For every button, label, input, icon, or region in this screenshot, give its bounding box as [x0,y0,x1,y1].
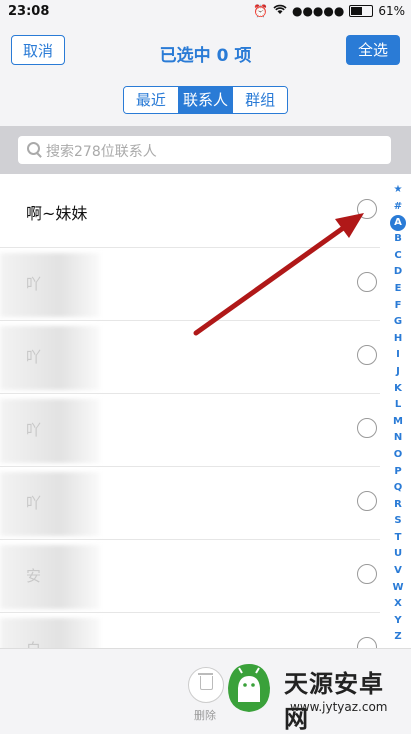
android-logo-icon [228,664,270,712]
index-letter[interactable]: M [388,414,408,431]
alphabet-index[interactable]: ★ # A B C D E F G H I J K L M N O P Q R S T U V W X Y Z [388,182,408,646]
watermark: 天源安卓网 www.jytyaz.com [218,652,408,733]
select-radio[interactable] [357,418,377,438]
list-item[interactable]: 安 [0,539,380,613]
index-letter[interactable]: P [388,464,408,481]
search-icon [27,142,40,155]
index-letter[interactable]: I [388,347,408,364]
contact-name: 吖 [26,494,42,512]
select-radio[interactable] [357,272,377,292]
index-letter[interactable]: U [388,546,408,563]
index-letter[interactable]: Q [388,480,408,497]
segmented-control: 最近 联系人 群组 [123,86,288,114]
list-item[interactable]: 吖 [0,466,380,540]
tab-groups[interactable]: 群组 [233,87,287,113]
search-input[interactable]: 搜索278位联系人 [18,136,391,164]
index-letter[interactable]: W [388,580,408,597]
index-letter[interactable]: D [388,264,408,281]
blurred-avatar [0,399,100,463]
contact-name: 白 [26,638,41,648]
index-letter[interactable]: ★ [388,182,408,199]
index-letter[interactable]: F [388,298,408,315]
index-letter[interactable]: O [388,447,408,464]
index-letter[interactable]: C [388,248,408,265]
index-letter[interactable]: H [388,331,408,348]
blurred-avatar [0,253,100,317]
search-area: 搜索278位联系人 [0,126,411,174]
blurred-avatar [0,545,100,609]
watermark-url: www.jytyaz.com [290,700,388,714]
list-item[interactable]: 白 [0,612,380,648]
select-radio[interactable] [357,345,377,365]
index-letter[interactable]: V [388,563,408,580]
list-item[interactable]: 吖 [0,393,380,467]
nav-bar: 取消 已选中 0 项 全选 [0,24,411,76]
contact-name: 吖 [26,348,42,366]
blurred-avatar [0,472,100,536]
index-letter[interactable]: L [388,397,408,414]
battery-text: 61% [378,4,405,18]
index-letter[interactable]: T [388,530,408,547]
contact-name: 吖 [26,275,42,293]
select-radio[interactable] [357,491,377,511]
contact-name: 啊~妹妹 [26,204,88,223]
delete-label: 删除 [194,709,216,722]
index-letter[interactable]: A [390,215,406,232]
select-all-button[interactable]: 全选 [346,35,400,65]
tab-contacts[interactable]: 联系人 [178,87,234,113]
index-letter[interactable]: B [388,231,408,248]
index-letter[interactable]: J [388,364,408,381]
blurred-avatar [0,326,100,390]
index-letter[interactable]: X [388,596,408,613]
index-letter[interactable]: G [388,314,408,331]
watermark-title: 天源安卓网 [284,670,384,733]
status-time: 23:08 [8,4,50,19]
tab-recent[interactable]: 最近 [124,87,179,113]
select-radio[interactable] [357,199,377,219]
list-item[interactable]: 啊~妹妹 [0,174,380,248]
signal-icon: ●●●●● [291,4,345,18]
contact-name: 吖 [26,421,42,439]
alarm-icon: ⏰ [253,4,268,18]
index-letter[interactable]: N [388,430,408,447]
contact-list[interactable]: 啊~妹妹 吖 吖 吖 吖 安 白 [0,174,411,648]
list-item[interactable]: 吖 [0,320,380,394]
index-letter[interactable]: Y [388,613,408,630]
index-letter[interactable]: # [388,199,408,216]
index-letter[interactable]: R [388,497,408,514]
index-letter[interactable]: Z [388,629,408,646]
select-radio[interactable] [357,637,377,648]
blurred-avatar [0,618,100,648]
index-letter[interactable]: S [388,513,408,530]
contact-name: 安 [26,567,42,585]
index-letter[interactable]: E [388,281,408,298]
select-radio[interactable] [357,564,377,584]
search-placeholder: 搜索278位联系人 [46,144,157,160]
wifi-icon [273,4,287,18]
list-item[interactable]: 吖 [0,247,380,321]
status-bar: 23:08 ⏰ ●●●●● 61% [0,0,411,24]
status-icons: ⏰ ●●●●● 61% [253,4,405,18]
battery-icon [349,5,374,17]
index-letter[interactable]: K [388,381,408,398]
trash-icon [198,673,213,690]
